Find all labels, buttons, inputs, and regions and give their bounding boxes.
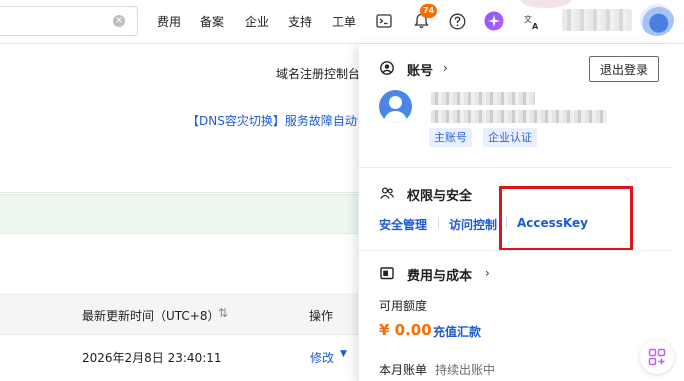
dns-notice-link[interactable]: 【DNS容灾切换】服务故障自动切 <box>187 112 369 129</box>
users-icon <box>380 187 394 199</box>
account-name-blurred <box>431 92 535 105</box>
panel-divider <box>359 250 673 251</box>
floating-apps-widget[interactable] <box>640 340 674 374</box>
terminal-icon[interactable] <box>374 11 394 31</box>
billing-title[interactable]: 费用与成本 <box>407 265 472 284</box>
search-input[interactable] <box>0 7 100 35</box>
logout-button[interactable]: 退出登录 <box>589 56 659 82</box>
wallet-icon <box>380 267 394 280</box>
account-id-blurred <box>431 110 607 123</box>
domain-console-label[interactable]: 域名注册控制台 <box>276 65 360 82</box>
highlight-annotation-box <box>499 186 633 251</box>
language-icon[interactable]: 文A <box>522 11 542 31</box>
link-separator <box>438 217 439 229</box>
modify-link[interactable]: 修改 <box>310 349 334 366</box>
caret-down-icon[interactable]: ▼ <box>340 349 347 359</box>
security-management-link[interactable]: 安全管理 <box>379 216 427 233</box>
nav-tickets[interactable]: 工单 <box>332 13 356 30</box>
balance-amount: ¥ 0.00 <box>379 321 432 339</box>
ai-assistant-icon[interactable] <box>484 11 504 31</box>
sort-icon[interactable]: ⇅ <box>218 306 228 320</box>
decorative-blob <box>520 0 572 8</box>
search-box[interactable]: ✕ <box>0 6 138 36</box>
panel-divider <box>359 167 673 168</box>
clear-icon[interactable]: ✕ <box>113 15 125 27</box>
monthly-bill-label: 本月账单 <box>379 363 428 377</box>
main-account-tag: 主账号 <box>429 128 472 147</box>
top-navigation-bar: ✕ 费用 备案 企业 支持 工单 74 文A <box>0 0 684 44</box>
column-update-time: 最新更新时间（UTC+8） <box>82 309 220 323</box>
user-name-blurred[interactable] <box>562 9 632 31</box>
account-dropdown-panel: 账号 › 退出登录 主账号 企业认证 权限与安全 安全管理 访问控制 Acces… <box>358 44 673 381</box>
user-circle-icon <box>380 61 394 75</box>
table-header: 最新更新时间（UTC+8） ⇅ 操作 <box>0 293 360 335</box>
account-title[interactable]: 账号 <box>407 60 433 79</box>
page-edge <box>672 44 684 381</box>
balance-label: 可用额度 <box>379 299 428 313</box>
success-banner <box>0 194 360 234</box>
svg-text:文: 文 <box>524 14 532 24</box>
svg-text:A: A <box>532 22 539 30</box>
security-title: 权限与安全 <box>407 189 473 204</box>
apps-icon <box>648 348 666 366</box>
chevron-right-icon[interactable]: › <box>443 61 448 75</box>
notification-badge: 74 <box>420 4 438 18</box>
chevron-right-icon[interactable]: › <box>485 266 490 280</box>
enterprise-verified-tag[interactable]: 企业认证 <box>483 128 537 147</box>
nav-billing[interactable]: 费用 <box>157 13 181 30</box>
topup-link[interactable]: 充值汇款 <box>433 323 481 340</box>
nav-enterprise[interactable]: 企业 <box>245 13 269 30</box>
access-control-link[interactable]: 访问控制 <box>449 216 497 233</box>
row-update-time: 2026年2月8日 23:40:11 <box>82 351 222 365</box>
help-icon[interactable] <box>447 11 467 31</box>
section-divider <box>0 192 360 193</box>
bill-status: 持续出账中 <box>435 363 496 377</box>
user-avatar[interactable] <box>640 4 674 36</box>
account-avatar <box>379 90 412 123</box>
nav-icp-filing[interactable]: 备案 <box>200 13 224 30</box>
column-actions: 操作 <box>309 309 334 323</box>
nav-support[interactable]: 支持 <box>288 13 312 30</box>
